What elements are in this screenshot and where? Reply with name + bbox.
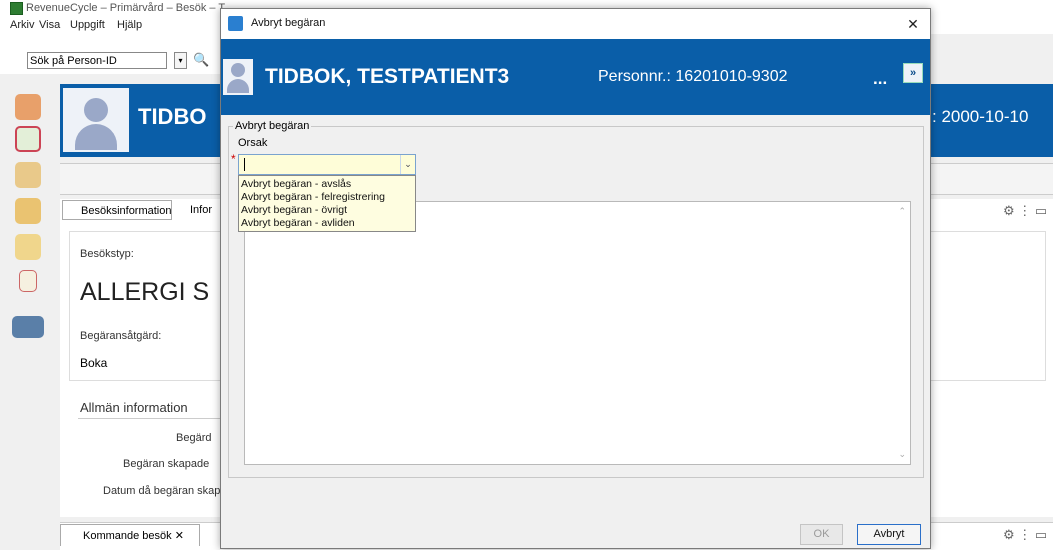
field-datum-label: Datum då begäran skapa [103,485,227,497]
menu-visa[interactable]: Visa [39,19,60,31]
dialog-app-icon [228,16,243,31]
allman-information-heading: Allmän information [80,400,188,415]
section-divider [78,418,228,419]
expand-button[interactable]: » [903,63,923,83]
ok-button[interactable]: OK [800,524,843,545]
field-skapad-label: Begäran skapade [123,458,210,470]
mail-icon[interactable] [15,234,41,260]
cancel-button[interactable]: Avbryt [857,524,921,545]
checklist-icon[interactable] [19,270,37,292]
tab-kommande-besok[interactable]: Kommande besök ✕ [60,524,200,546]
option-felregistrering[interactable]: Avbryt begäran - felregistrering [241,191,385,203]
dialog-patient-name: TIDBOK, TESTPATIENT3 [265,65,510,88]
required-marker: * [231,152,236,166]
birth-date: : 2000-10-10 [932,107,1029,126]
begaransatgard-value: Boka [80,356,108,370]
dialog-titlebar: Avbryt begäran ✕ [221,9,930,39]
menu-uppgift[interactable]: Uppgift [70,19,105,31]
view-menu-icon[interactable]: ⚙ ⋮ ▭ [1003,203,1047,219]
option-avslas[interactable]: Avbryt begäran - avslås [241,178,351,190]
bottom-view-menu-icon[interactable]: ⚙ ⋮ ▭ [1003,527,1047,543]
text-caret [244,158,245,171]
clipboard-icon[interactable] [15,162,41,188]
orsak-dropdown-list: Avbryt begäran - avslås Avbryt begäran -… [238,175,416,232]
comment-textarea[interactable]: ⌃ ⌄ [244,201,911,465]
app-logo-icon [10,2,23,15]
field-begard-label: Begärd [176,432,212,444]
person-icon [223,59,253,95]
orsak-combobox[interactable]: ⌄ [238,154,416,175]
scroll-up-icon[interactable]: ⌃ [898,206,906,217]
more-dots[interactable]: ... [873,69,887,89]
person-icon [63,88,129,152]
besokstyp-label: Besökstyp: [80,248,134,260]
option-avliden[interactable]: Avbryt begäran - avliden [241,217,355,229]
export-icon[interactable] [15,198,41,224]
option-ovrigt[interactable]: Avbryt begäran - övrigt [241,204,347,216]
orsak-label: Orsak [238,137,268,149]
tab-besoksinformation[interactable]: Besöksinformation [62,200,172,220]
begaransatgard-label: Begäransåtgärd: [80,330,162,342]
menu-hjalp[interactable]: Hjälp [117,19,142,31]
scroll-down-icon[interactable]: ⌄ [898,449,906,460]
menu-arkiv[interactable]: Arkiv [10,19,34,31]
besokstyp-value: ALLERGI S [80,278,210,306]
user-search-icon[interactable] [15,94,41,120]
personnr-value: 16201010-9302 [675,68,788,85]
search-icon[interactable]: 🔍 [193,52,209,68]
patient-name: TIDBO [138,104,207,129]
personnr-label: Personnr.: [598,68,671,85]
app-window-title: RevenueCycle – Primärvård – Besök – T [26,2,226,14]
person-id-search-input[interactable]: Sök på Person-ID [27,52,167,69]
dialog-personnr: Personnr.: 16201010-9302 [598,68,788,86]
chevron-down-icon[interactable]: ⌄ [400,155,415,174]
dialog-title: Avbryt begäran [251,17,326,29]
avbryt-begaran-dialog: Avbryt begäran ✕ TIDBOK, TESTPATIENT3 Pe… [220,8,931,549]
building-icon[interactable] [12,316,44,338]
search-dropdown-button[interactable]: ▾ [174,52,187,69]
close-icon[interactable]: ✕ [175,530,184,542]
calendar-clock-icon[interactable] [15,126,41,152]
group-legend: Avbryt begäran [233,120,312,132]
left-toolbar [0,74,60,549]
tab-kommande-besok-label: Kommande besök [83,530,172,542]
close-icon[interactable]: ✕ [902,15,924,33]
